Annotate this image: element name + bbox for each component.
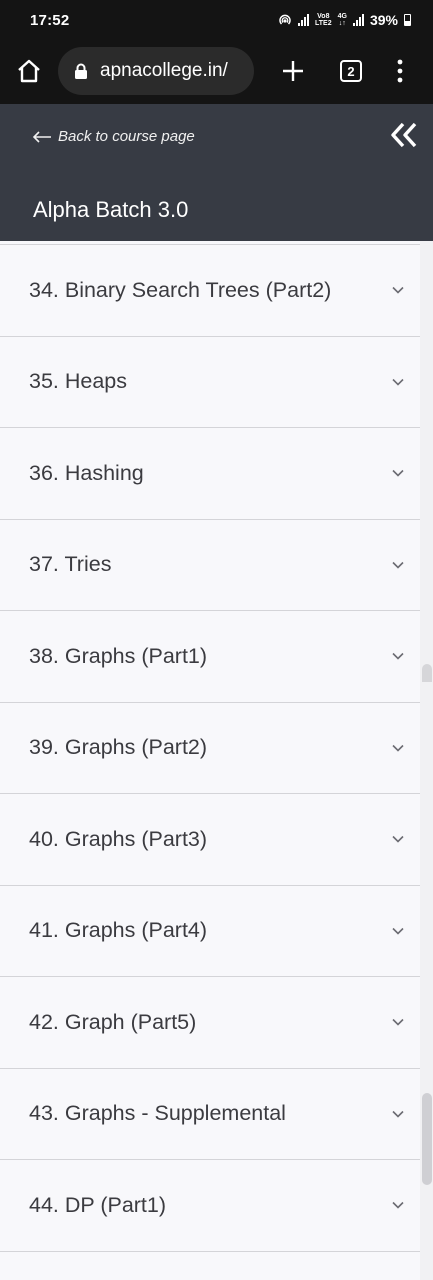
list-item[interactable]: 44. DP (Part1): [0, 1160, 420, 1252]
chevron-down-icon: [392, 287, 404, 294]
module-label: 41. Graphs (Part4): [29, 918, 208, 943]
home-icon[interactable]: [16, 58, 42, 84]
module-label: 35. Heaps: [29, 369, 128, 394]
course-title: Alpha Batch 3.0: [33, 197, 189, 222]
status-icons: Vo8 LTE2 4G ↓↑ 39%: [278, 12, 411, 28]
module-label: 37. Tries: [29, 552, 112, 577]
network-top: 4G: [337, 13, 347, 20]
list-item[interactable]: 34. Binary Search Trees (Part2): [0, 245, 420, 337]
module-list: 34. Binary Search Trees (Part2) 35. Heap…: [0, 241, 420, 1252]
list-item[interactable]: 42. Graph (Part5): [0, 977, 420, 1069]
signal-icon-2: [352, 14, 364, 26]
scrollbar-marker: [422, 664, 432, 682]
double-chevron-left-icon[interactable]: [389, 120, 419, 150]
carrier-label: Vo8 LTE2: [315, 13, 332, 27]
chevron-down-icon: [392, 653, 404, 660]
list-item[interactable]: 40. Graphs (Part3): [0, 794, 420, 886]
list-item[interactable]: 35. Heaps: [0, 336, 420, 428]
chevron-down-icon: [392, 1202, 404, 1209]
chevron-down-icon: [392, 744, 404, 752]
battery-level: 39%: [369, 12, 398, 28]
module-label: 38. Graphs (Part1): [29, 643, 208, 668]
chevron-down-icon: [392, 1110, 404, 1118]
battery-icon: [404, 14, 411, 26]
chevron-down-icon: [392, 378, 404, 386]
arrow-left-icon: [32, 130, 51, 143]
chevron-down-icon: [392, 1019, 404, 1026]
module-label: 34. Binary Search Trees (Part2): [29, 277, 332, 302]
chevron-down-icon: [392, 836, 404, 843]
course-header: Back to course page Alpha Batch 3.0: [0, 104, 433, 241]
module-label: 40. Graphs (Part3): [29, 826, 208, 851]
module-label: 43. Graphs - Supplemental: [29, 1101, 286, 1126]
module-label: 39. Graphs (Part2): [29, 735, 208, 760]
module-label: 36. Hashing: [29, 460, 144, 485]
chevron-down-icon: [392, 561, 404, 569]
list-item[interactable]: 41. Graphs (Part4): [0, 885, 420, 977]
module-label: 44. DP (Part1): [29, 1192, 167, 1217]
browser-toolbar: apnacollege.in/ 2: [0, 40, 433, 104]
chevron-down-icon: [392, 470, 404, 477]
tabs-icon[interactable]: 2: [340, 60, 362, 82]
carrier-top: Vo8: [317, 13, 330, 20]
status-bar: 17:52 Vo8 LTE2 4G ↓↑ 39%: [0, 0, 433, 40]
plus-icon[interactable]: [280, 58, 306, 84]
list-item[interactable]: 37. Tries: [0, 519, 420, 611]
more-vert-icon[interactable]: [394, 58, 406, 84]
address-bar[interactable]: apnacollege.in/: [58, 47, 254, 95]
module-label: 42. Graph (Part5): [29, 1009, 197, 1034]
hotspot-icon: [279, 14, 291, 25]
tab-count: 2: [347, 63, 355, 79]
network-bottom: ↓↑: [338, 20, 346, 27]
list-item[interactable]: 36. Hashing: [0, 428, 420, 520]
network-label: 4G ↓↑: [338, 13, 347, 27]
status-time: 17:52: [30, 11, 70, 29]
carrier-bottom: LTE2: [315, 20, 332, 27]
url-text: apnacollege.in/: [100, 60, 228, 81]
signal-icon: [298, 14, 310, 26]
chevron-down-icon: [392, 927, 404, 935]
list-item[interactable]: 38. Graphs (Part1): [0, 611, 420, 703]
lock-icon: [75, 63, 87, 79]
back-to-course-link[interactable]: Back to course page: [32, 128, 195, 145]
scrollbar-thumb[interactable]: [422, 1093, 432, 1185]
list-item[interactable]: 43. Graphs - Supplemental: [0, 1068, 420, 1160]
back-link-label: Back to course page: [58, 128, 195, 145]
list-item[interactable]: 39. Graphs (Part2): [0, 702, 420, 794]
